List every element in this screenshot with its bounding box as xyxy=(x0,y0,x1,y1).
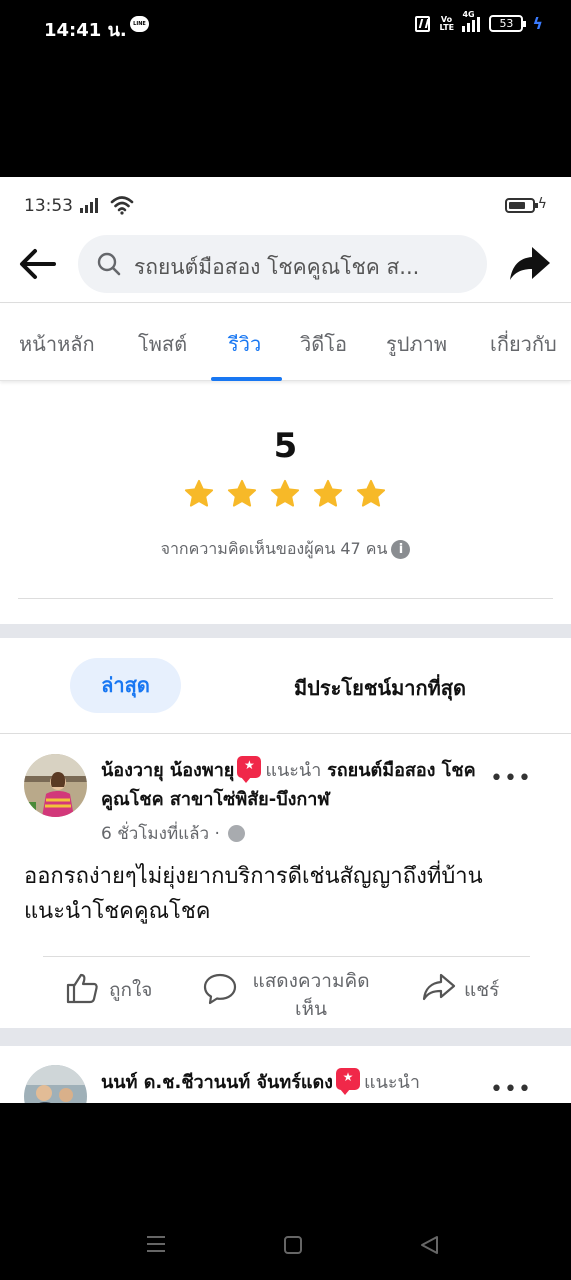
inner-charging-icon: ϟ xyxy=(537,196,547,212)
star-icon xyxy=(270,479,300,507)
cell-signal-icon: 4G xyxy=(462,10,481,32)
inner-battery-icon xyxy=(505,198,538,213)
thumbs-up-icon xyxy=(66,973,98,1004)
home-icon[interactable] xyxy=(284,1236,302,1254)
more-options-icon[interactable]: ••• xyxy=(490,1079,531,1101)
avatar-photo xyxy=(24,1065,87,1103)
divider xyxy=(18,598,553,599)
rating-score: 5 xyxy=(273,426,298,466)
avatar[interactable] xyxy=(24,754,87,817)
line-app-icon: LINE xyxy=(130,16,149,32)
network-type: 4G xyxy=(462,9,475,19)
wifi-icon xyxy=(110,196,134,215)
review-author[interactable]: นนท์ ด.ช.ชีวานนท์ จันทร์แดง xyxy=(101,1072,333,1093)
review-header: นนท์ ด.ช.ชีวานนท์ จันทร์แดง แนะนำ xyxy=(101,1068,481,1097)
outer-status-bar: 14:41 น. LINE Vo LTE 4G 53 ϟ xyxy=(0,0,571,177)
charging-icon: ϟ xyxy=(532,14,543,33)
comment-icon xyxy=(203,973,237,1005)
sort-most-helpful-button[interactable]: มีประโยชน์มากที่สุด xyxy=(294,672,466,704)
section-divider xyxy=(0,624,571,638)
recommend-badge-icon xyxy=(335,1068,360,1095)
review-text: ออกรถง่ายๆไม่ยุ่งยากบริการดีเช่นสัญญาถึง… xyxy=(24,864,483,924)
rating-count-text: จากความคิดเห็นของผู้คน 47 คน i xyxy=(0,537,571,562)
tab-about[interactable]: เกี่ยวกับ xyxy=(490,328,557,360)
info-icon[interactable]: i xyxy=(391,540,411,559)
search-icon xyxy=(97,252,121,276)
tab-photos[interactable]: รูปภาพ xyxy=(386,328,447,360)
share-arrow-icon[interactable] xyxy=(508,244,552,284)
back-triangle-icon[interactable] xyxy=(418,1234,440,1256)
inner-signal-icon xyxy=(80,198,98,213)
divider xyxy=(43,956,530,957)
review-timestamp: 6 ชั่วโมงที่แล้ว · xyxy=(101,820,246,847)
outer-clock: 14:41 น. xyxy=(44,20,127,41)
review-author[interactable]: น้องวายุ น้องพายุ xyxy=(101,760,234,781)
star-icon xyxy=(227,479,257,507)
like-button[interactable]: ถูกใจ xyxy=(66,969,166,1005)
inner-clock: 13:53 xyxy=(24,196,73,216)
review-header: น้องวายุ น้องพายุแนะนำ รถยนต์มือสอง โชคค… xyxy=(101,756,481,814)
divider xyxy=(0,733,571,734)
back-arrow-icon[interactable] xyxy=(18,247,58,281)
share-label: แชร์ xyxy=(464,979,500,1001)
search-query: รถยนต์มือสอง โชคคูณโชค ส... xyxy=(134,255,420,279)
more-options-icon[interactable]: ••• xyxy=(490,768,531,790)
search-bar[interactable]: รถยนต์มือสอง โชคคูณโชค ส... xyxy=(78,235,487,293)
comment-label: แสดงความคิดเห็น xyxy=(252,970,370,1020)
page-tabs: หน้าหลัก โพสต์ รีวิว วิดีโอ รูปภาพ เกี่ย… xyxy=(0,304,571,381)
tab-posts[interactable]: โพสต์ xyxy=(138,328,187,360)
avatar-photo xyxy=(24,754,87,817)
outer-status-icons: Vo LTE 4G 53 ϟ xyxy=(415,10,543,33)
section-divider xyxy=(0,1028,571,1046)
top-bar: รถยนต์มือสอง โชคคูณโชค ส... xyxy=(0,229,571,303)
review-time-text: 6 ชั่วโมงที่แล้ว · xyxy=(101,824,220,844)
tab-reviews[interactable]: รีวิว xyxy=(228,328,261,360)
recommends-label: แนะนำ xyxy=(265,760,322,781)
tab-videos[interactable]: วิดีโอ xyxy=(300,328,347,360)
recent-apps-icon[interactable] xyxy=(146,1235,166,1253)
rating-stars xyxy=(184,479,386,509)
recommend-badge-icon xyxy=(237,756,262,783)
recommends-label: แนะนำ xyxy=(363,1072,420,1093)
volte-label: Vo LTE xyxy=(439,14,455,32)
star-icon xyxy=(313,479,343,507)
avatar[interactable] xyxy=(24,1065,87,1103)
comment-button[interactable]: แสดงความคิดเห็น xyxy=(203,967,373,1020)
battery-icon: 53 xyxy=(489,15,527,32)
active-tab-indicator xyxy=(211,377,282,381)
star-icon xyxy=(184,479,214,507)
share-button[interactable]: แชร์ xyxy=(422,969,512,1005)
share-icon xyxy=(422,973,456,1001)
like-label: ถูกใจ xyxy=(109,979,153,1001)
sort-latest-button[interactable]: ล่าสุด xyxy=(70,658,181,713)
inner-status-bar: 13:53 ϟ xyxy=(0,177,571,229)
rating-count-label: จากความคิดเห็นของผู้คน 47 คน xyxy=(160,539,388,558)
star-icon xyxy=(356,479,386,507)
nfc-icon xyxy=(415,15,431,32)
tab-home[interactable]: หน้าหลัก xyxy=(19,328,95,360)
facebook-page-screen: 13:53 ϟ รถยนต์มือสอง โชคคูณโชค ส... หน้า… xyxy=(0,177,571,1103)
public-globe-icon xyxy=(228,825,246,842)
